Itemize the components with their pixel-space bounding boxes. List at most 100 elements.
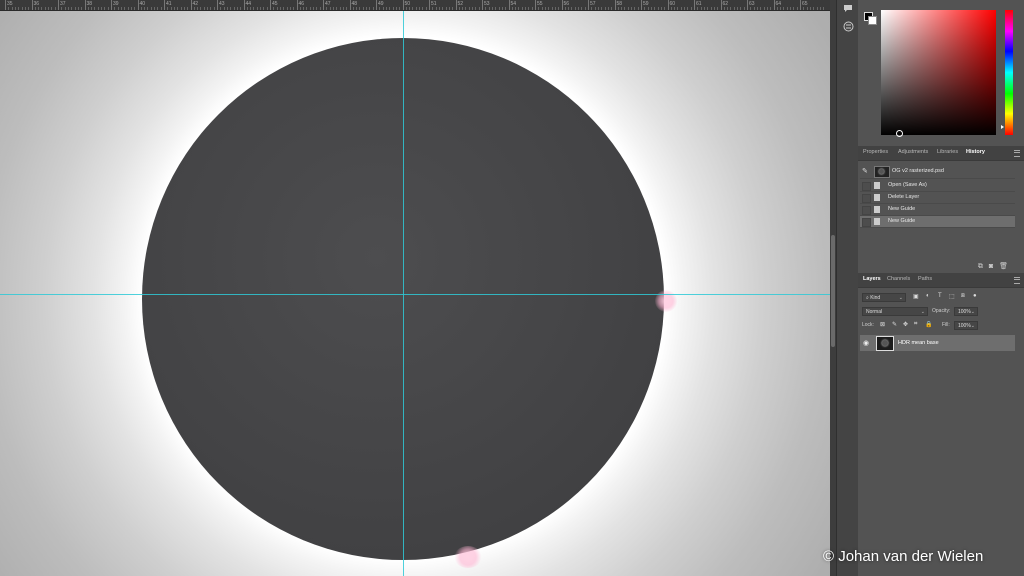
ruler-minor-tick (399, 7, 401, 10)
fill-field[interactable]: 100% ⌄ (954, 321, 978, 330)
ruler-major-tick (5, 0, 6, 10)
ruler-minor-tick (786, 7, 788, 10)
document-canvas[interactable] (0, 11, 830, 576)
color-field[interactable] (881, 10, 996, 137)
horizontal-guide[interactable] (0, 294, 830, 295)
new-snapshot-icon[interactable]: ◙ (989, 263, 999, 270)
ruler-minor-tick (737, 7, 739, 10)
blend-mode-dropdown[interactable]: Normal ⌄ (862, 307, 928, 316)
ruler-minor-tick (531, 7, 533, 10)
lock-position-icon[interactable]: ✥ (903, 321, 908, 328)
history-source-checkbox[interactable] (862, 218, 871, 227)
filter-toggle-icon[interactable]: ● (973, 293, 977, 299)
pixel-filter-icon[interactable]: ▣ (913, 293, 919, 300)
color-panel (858, 0, 1024, 145)
history-source-checkbox[interactable] (862, 194, 871, 203)
history-item[interactable]: New Guide (860, 204, 1015, 216)
ruler-major-tick (137, 0, 139, 10)
ruler-minor-tick (806, 7, 808, 10)
vertical-guide[interactable] (403, 11, 404, 576)
ruler-minor-tick (48, 7, 50, 10)
history-brush-icon[interactable]: ✎ (862, 167, 868, 175)
ruler-minor-tick (790, 7, 792, 10)
ruler-minor-tick (541, 7, 543, 10)
ruler-minor-tick (107, 7, 109, 10)
ruler-minor-tick (823, 7, 825, 10)
ruler-minor-tick (134, 7, 136, 10)
hue-slider-handle[interactable] (1001, 125, 1004, 129)
ruler-minor-tick (154, 7, 156, 10)
opacity-field[interactable]: 100% ⌄ (954, 307, 978, 316)
lock-all-icon[interactable]: 🔒 (925, 321, 932, 328)
visibility-eye-icon[interactable]: ◉ (863, 339, 869, 347)
scrollbar-thumb[interactable] (831, 235, 835, 347)
ruler-minor-tick (223, 7, 225, 10)
adjustment-filter-icon[interactable]: ◐ (926, 293, 930, 299)
ruler-minor-tick (54, 7, 56, 10)
properties-icon[interactable] (842, 20, 854, 32)
ruler-major-tick (614, 0, 616, 10)
shape-filter-icon[interactable]: ⬚ (949, 293, 955, 300)
layer-filter-dropdown[interactable]: ⌕ Kind ⌄ (862, 293, 906, 302)
ruler-minor-tick (120, 7, 122, 10)
smart-object-filter-icon[interactable]: ⧈ (961, 293, 965, 300)
fill-value: 100% (958, 323, 971, 329)
ruler-minor-tick (770, 7, 772, 10)
layer-item[interactable]: ◉ HDR mean base (860, 335, 1015, 351)
ruler-minor-tick (87, 7, 89, 10)
ruler-minor-tick (124, 7, 126, 10)
lock-image-pixels-icon[interactable]: ✎ (892, 321, 897, 328)
ruler-minor-tick (293, 7, 295, 10)
ruler-minor-tick (339, 7, 341, 10)
ruler-minor-tick (71, 7, 73, 10)
ruler-minor-tick (256, 7, 258, 10)
ruler-minor-tick (478, 7, 480, 10)
ruler-minor-tick (369, 7, 371, 10)
ruler-minor-tick (551, 7, 553, 10)
ruler-minor-tick (34, 7, 36, 10)
history-source-checkbox[interactable] (862, 182, 871, 191)
ruler-minor-tick (578, 7, 580, 10)
horizontal-ruler[interactable]: 35 36 37 38 39 40 41 42 43 44 45 46 47 48 49 50 51 52 53 54… (0, 0, 830, 11)
ruler-minor-tick (750, 7, 752, 10)
ruler-major-tick (84, 0, 86, 10)
ruler-minor-tick (180, 7, 182, 10)
delete-state-icon[interactable]: 🗑 (999, 263, 1014, 270)
comments-icon[interactable] (842, 2, 854, 14)
color-picker-cursor[interactable] (896, 130, 903, 137)
ruler-minor-tick (684, 7, 686, 10)
ruler-major-tick (190, 0, 192, 10)
ruler-minor-tick (346, 7, 348, 10)
ruler-minor-tick (637, 7, 639, 10)
ruler-minor-tick (498, 7, 500, 10)
ruler-minor-tick (415, 7, 417, 10)
snapshot-label: OG v2 rasterized.psd (892, 168, 944, 174)
history-item[interactable]: Open (Save As) (860, 180, 1015, 192)
ruler-minor-tick (21, 7, 23, 10)
ruler-major-tick (508, 0, 510, 10)
right-panel-dock: Properties Adjustments Libraries History… (858, 0, 1024, 576)
ruler-minor-tick (760, 7, 762, 10)
ruler-minor-tick (710, 7, 712, 10)
ruler-minor-tick (525, 7, 527, 10)
history-item[interactable]: Delete Layer (860, 192, 1015, 204)
layer-thumbnail (876, 336, 894, 351)
history-item-selected[interactable]: New Guide (860, 216, 1015, 228)
type-filter-icon[interactable]: T (938, 293, 942, 299)
ruler-minor-tick (607, 7, 609, 10)
history-source-checkbox[interactable] (862, 206, 871, 215)
ruler-minor-tick (24, 7, 26, 10)
hue-slider[interactable] (1005, 10, 1013, 135)
lock-transparent-pixels-icon[interactable]: ⊠ (880, 321, 885, 328)
history-snapshot[interactable]: ✎ OG v2 rasterized.psd (860, 164, 1015, 179)
history-state-icon (874, 218, 880, 225)
ruler-minor-tick (303, 7, 305, 10)
background-color-swatch[interactable] (868, 16, 877, 25)
ruler-minor-tick (362, 7, 364, 10)
lock-artboard-icon[interactable]: ⌗ (914, 321, 917, 328)
new-document-from-state-icon[interactable]: ⧉ (978, 263, 989, 270)
ruler-major-tick (482, 0, 483, 10)
ruler-minor-tick (783, 7, 785, 10)
ruler-minor-tick (753, 7, 755, 10)
ruler-minor-tick (674, 7, 676, 10)
